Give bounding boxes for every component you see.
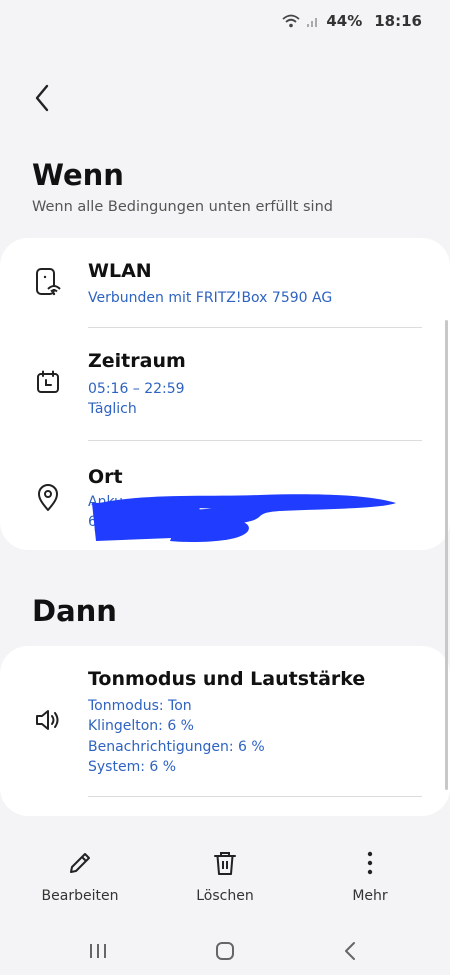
when-subtitle: Wenn alle Bedingungen unten erfüllt sind: [32, 199, 333, 215]
pencil-icon: [70, 853, 90, 873]
trash-icon: [214, 852, 236, 875]
wifi-phone-icon: [34, 268, 62, 296]
action-detail: Klingelton: 6 %: [88, 718, 194, 734]
chevron-left-icon: [35, 84, 49, 112]
delete-button[interactable]: Löschen: [165, 850, 285, 904]
when-title: Wenn: [32, 158, 124, 192]
condition-zeitraum[interactable]: Zeitraum 05:16 – 22:59 Täglich: [0, 328, 450, 440]
redaction-scribble: [90, 494, 396, 542]
location-pin-icon: [34, 484, 62, 512]
more-vertical-icon: [367, 851, 373, 875]
edit-label: Bearbeiten: [41, 888, 119, 904]
delete-label: Löschen: [196, 888, 254, 904]
condition-wlan[interactable]: WLAN Verbunden mit FRITZ!Box 7590 AG: [0, 238, 450, 328]
status-bar: 44% 18:16: [0, 0, 450, 44]
back-icon: [345, 942, 355, 960]
condition-detail: Verbunden mit FRITZ!Box 7590 AG: [88, 290, 333, 306]
wifi-status-icon: [282, 14, 300, 28]
condition-detail: 05:16 – 22:59: [88, 381, 185, 397]
more-button[interactable]: Mehr: [310, 850, 430, 904]
bottom-action-bar: Bearbeiten Löschen Mehr: [0, 850, 450, 920]
edit-button[interactable]: Bearbeiten: [20, 850, 140, 904]
action-detail: Benachrichtigungen: 6 %: [88, 739, 265, 755]
signal-icon: [306, 14, 320, 28]
speaker-icon: [34, 706, 62, 734]
then-title: Dann: [32, 594, 117, 628]
battery-level: 44%: [326, 12, 363, 30]
recent-apps-button[interactable]: [78, 936, 118, 966]
condition-title: WLAN: [88, 260, 152, 282]
condition-detail: Täglich: [88, 401, 137, 417]
status-indicators: 44% 18:16: [282, 12, 422, 30]
clock: 18:16: [374, 12, 422, 30]
recent-apps-icon: [90, 944, 106, 958]
system-nav-bar: [0, 930, 450, 975]
calendar-clock-icon: [34, 368, 62, 396]
divider: [88, 796, 422, 797]
home-icon: [216, 942, 234, 960]
actions-card: Tonmodus und Lautstärke Tonmodus: Ton Kl…: [0, 646, 450, 816]
action-detail: Tonmodus: Ton: [88, 698, 192, 714]
scrollbar[interactable]: [445, 320, 448, 790]
home-button[interactable]: [205, 936, 245, 966]
condition-title: Zeitraum: [88, 350, 186, 372]
action-sound-mode[interactable]: Tonmodus und Lautstärke Tonmodus: Ton Kl…: [0, 646, 450, 796]
action-title: Tonmodus und Lautstärke: [88, 668, 366, 690]
action-detail: System: 6 %: [88, 759, 177, 775]
back-button[interactable]: [22, 80, 62, 116]
more-label: Mehr: [352, 888, 388, 904]
nav-back-button[interactable]: [330, 936, 370, 966]
